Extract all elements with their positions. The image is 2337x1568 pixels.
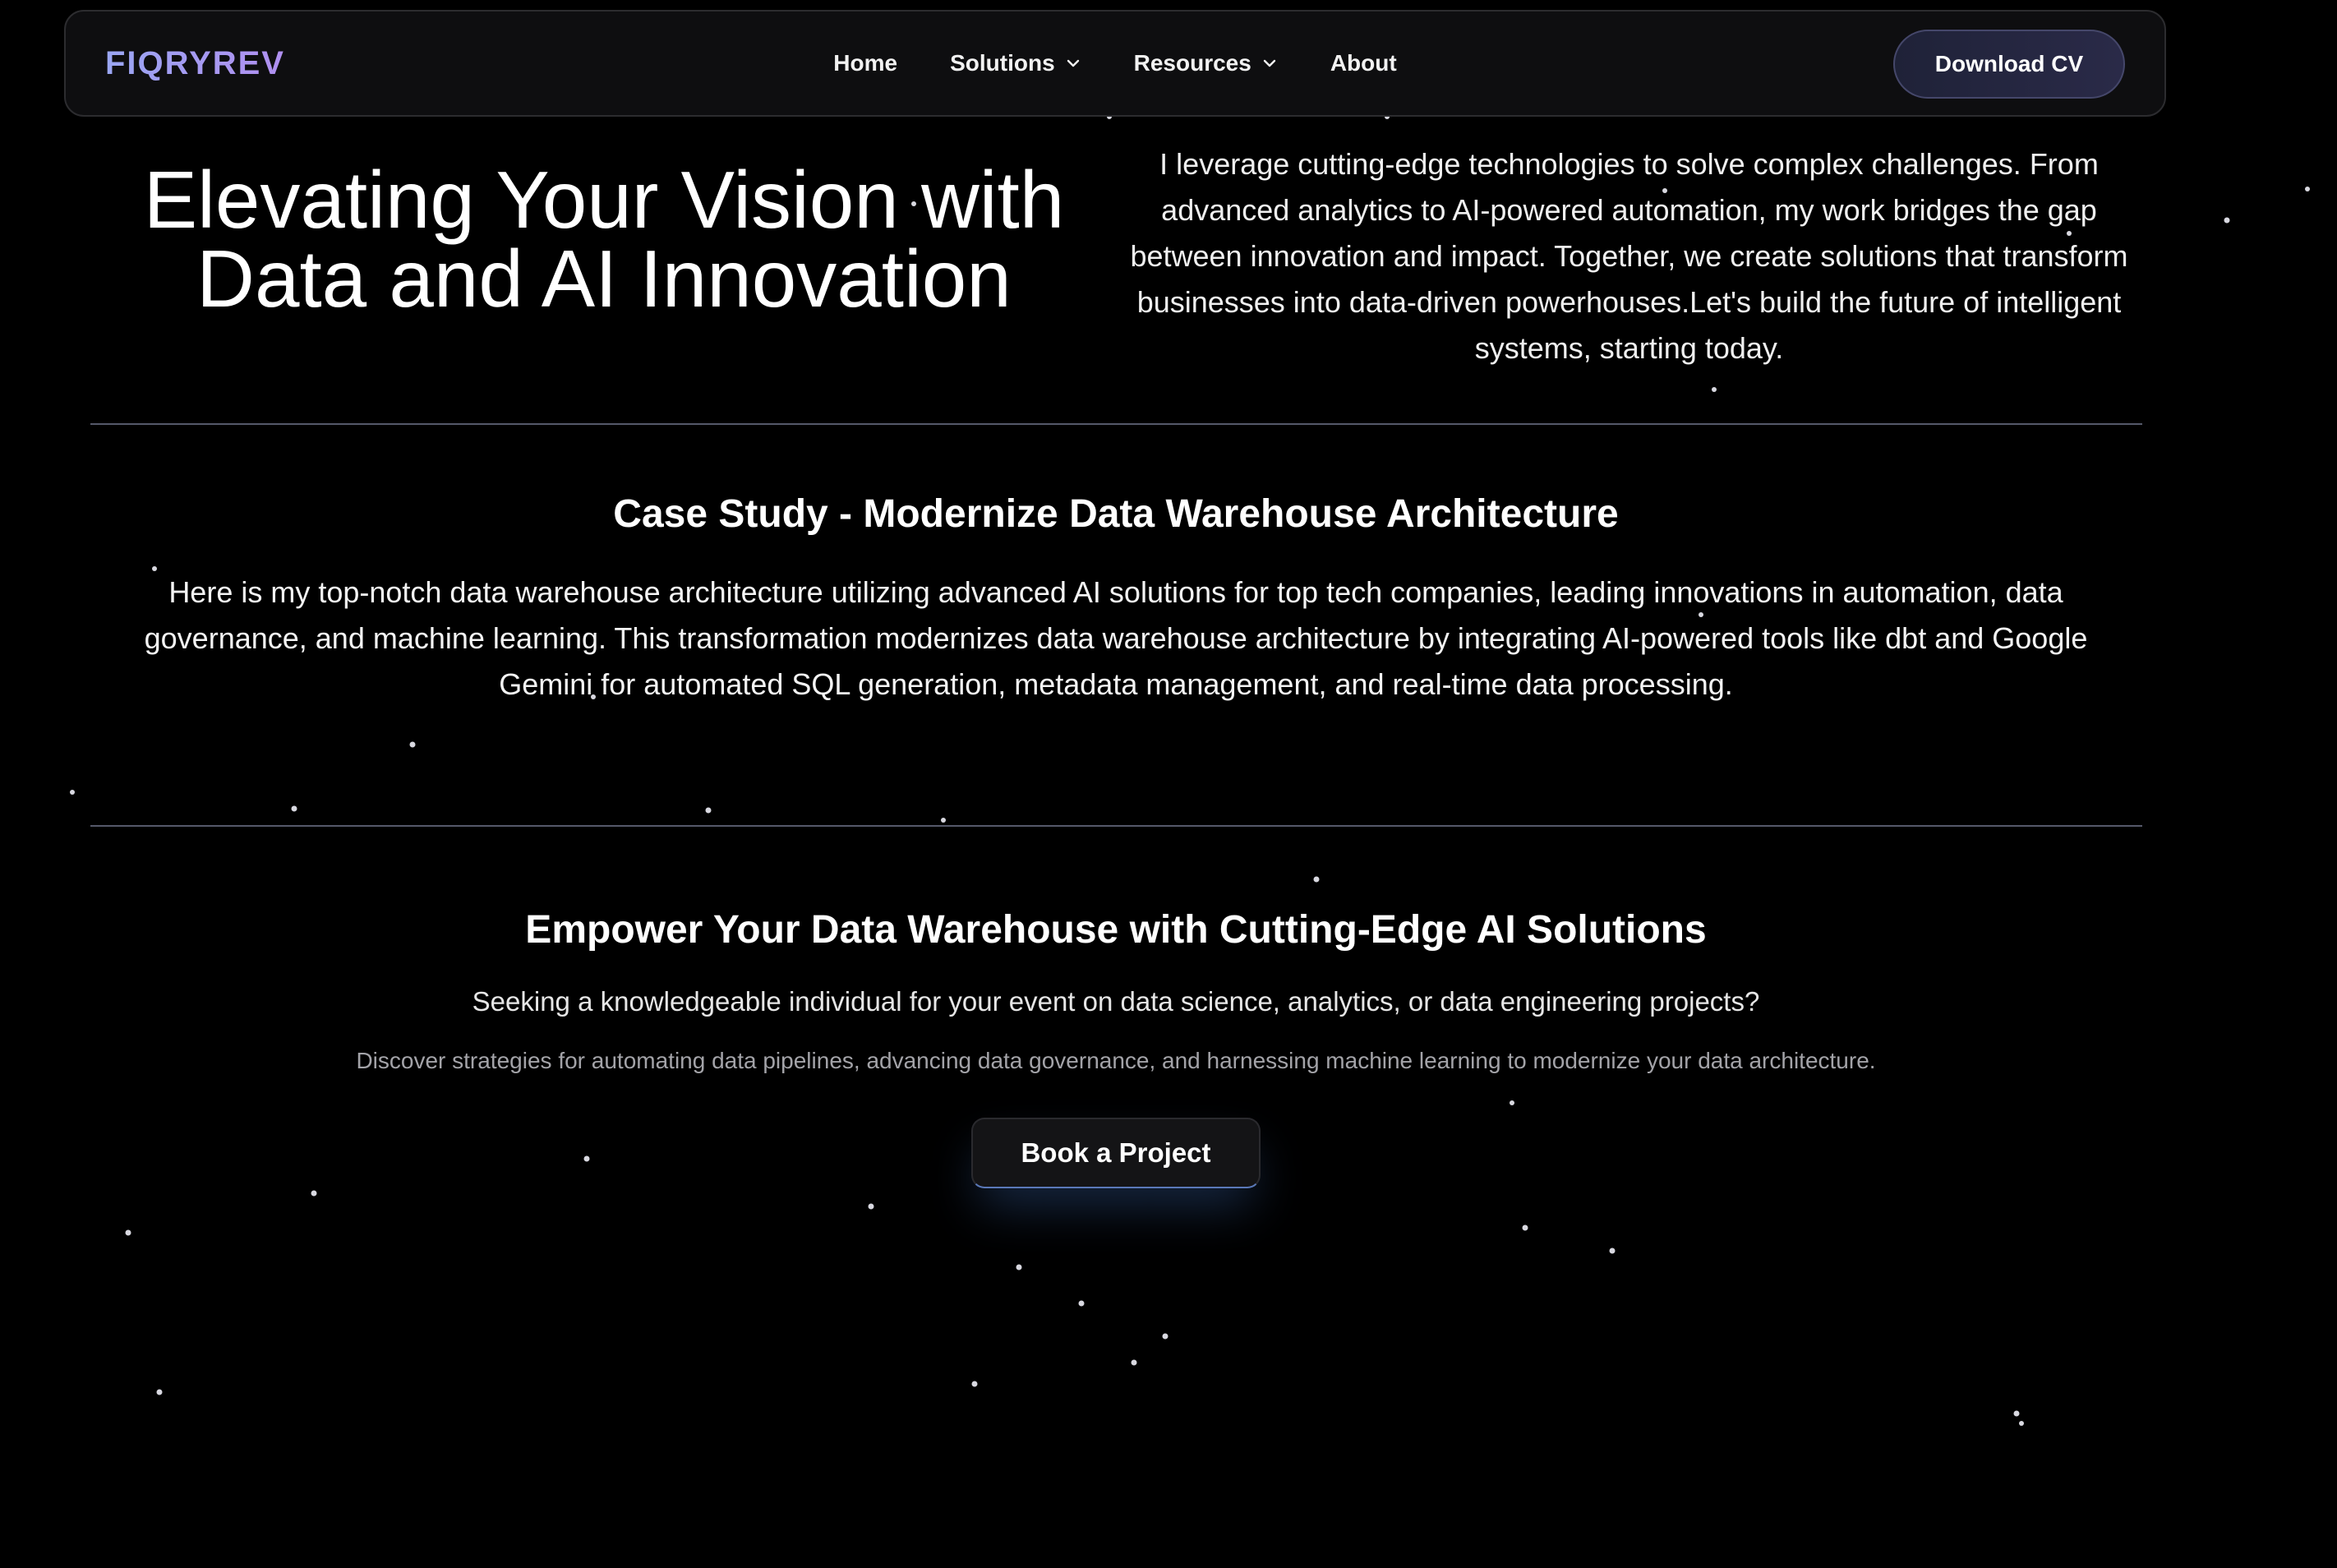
nav-home[interactable]: Home bbox=[833, 50, 897, 76]
chevron-down-icon bbox=[1067, 59, 1079, 67]
top-navbar: FIQRYREV Home Solutions Resources About … bbox=[64, 10, 2166, 117]
book-project-button[interactable]: Book a Project bbox=[971, 1118, 1261, 1188]
nav-about[interactable]: About bbox=[1330, 50, 1397, 76]
brand-logo[interactable]: FIQRYREV bbox=[105, 12, 285, 115]
nav-links: Home Solutions Resources About bbox=[66, 12, 2164, 115]
nav-solutions-label: Solutions bbox=[950, 50, 1055, 76]
hero-title-line-2: Data and AI Innovation bbox=[196, 233, 1012, 324]
download-cv-button[interactable]: Download CV bbox=[1893, 30, 2125, 99]
nav-resources[interactable]: Resources bbox=[1134, 50, 1278, 76]
page-content: Elevating Your Vision with Data and AI I… bbox=[0, 0, 2337, 1568]
nav-resources-label: Resources bbox=[1133, 50, 1251, 76]
cta-subtitle: Seeking a knowledgeable individual for y… bbox=[472, 986, 1760, 1017]
hero-description: I leverage cutting-edge technologies to … bbox=[1130, 147, 2128, 365]
cta-title: Empower Your Data Warehouse with Cutting… bbox=[525, 908, 1707, 952]
case-study-body: Here is my top-notch data warehouse arch… bbox=[144, 575, 2088, 701]
hero-title: Elevating Your Vision with Data and AI I… bbox=[90, 159, 1118, 319]
chevron-down-icon bbox=[1263, 59, 1276, 67]
section-divider bbox=[90, 825, 2142, 827]
case-study-title: Case Study - Modernize Data Warehouse Ar… bbox=[613, 492, 1619, 536]
cta-detail: Discover strategies for automating data … bbox=[356, 1048, 1876, 1073]
nav-about-label: About bbox=[1330, 50, 1397, 76]
section-divider bbox=[90, 423, 2142, 425]
nav-home-label: Home bbox=[833, 50, 898, 76]
hero-title-line-1: Elevating Your Vision with bbox=[143, 154, 1065, 245]
nav-solutions[interactable]: Solutions bbox=[950, 50, 1081, 76]
